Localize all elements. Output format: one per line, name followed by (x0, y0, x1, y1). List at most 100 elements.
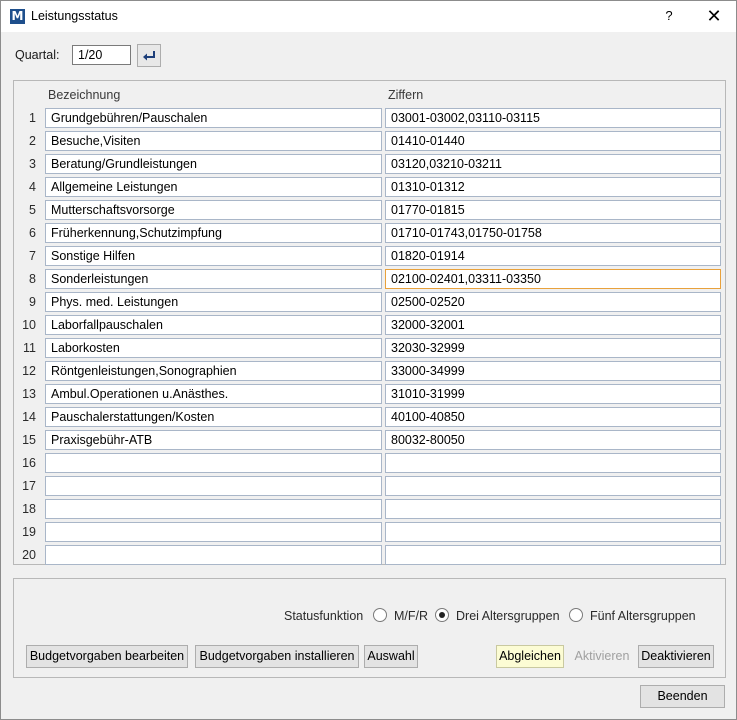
table-row: 5 Mutterschaftsvorsorge 01770-01815 (14, 199, 725, 222)
bezeichnung-field[interactable]: Grundgebühren/Pauschalen (45, 108, 382, 128)
bezeichnung-field[interactable] (45, 453, 382, 473)
table-row: 8 Sonderleistungen 02100-02401,03311-03350 (14, 268, 725, 291)
table-row: 4 Allgemeine Leistungen 01310-01312 (14, 176, 725, 199)
row-number: 5 (29, 203, 36, 217)
ziffern-field[interactable]: 01770-01815 (385, 200, 721, 220)
bezeichnung-field[interactable]: Besuche,Visiten (45, 131, 382, 151)
bezeichnung-field[interactable] (45, 499, 382, 519)
table-row: 15 Praxisgebühr-ATB 80032-80050 (14, 429, 725, 452)
bezeichnung-field[interactable]: Pauschalerstattungen/Kosten (45, 407, 382, 427)
budgetvorgaben-bearbeiten-button[interactable]: Budgetvorgaben bearbeiten (26, 645, 188, 668)
ziffern-field[interactable]: 40100-40850 (385, 407, 721, 427)
ziffern-field[interactable]: 02500-02520 (385, 292, 721, 312)
radio-drei-label: Drei Altersgruppen (456, 609, 560, 623)
table-row: 7 Sonstige Hilfen 01820-01914 (14, 245, 725, 268)
aktivieren-button[interactable]: Aktivieren (567, 645, 637, 668)
table-row: 17 (14, 475, 725, 498)
bezeichnung-field[interactable]: Sonderleistungen (45, 269, 382, 289)
ziffern-field[interactable]: 01310-01312 (385, 177, 721, 197)
abgleichen-button[interactable]: Abgleichen (496, 645, 564, 668)
row-number: 4 (29, 180, 36, 194)
table-row: 14 Pauschalerstattungen/Kosten 40100-40850 (14, 406, 725, 429)
ziffern-field[interactable]: 33000-34999 (385, 361, 721, 381)
radio-drei-altersgruppen[interactable] (435, 608, 449, 622)
close-icon: ✕ (706, 6, 722, 26)
deaktivieren-button[interactable]: Deaktivieren (638, 645, 714, 668)
table-row: 3 Beratung/Grundleistungen 03120,03210-032… (14, 153, 725, 176)
table-row: 9 Phys. med. Leistungen 02500-02520 (14, 291, 725, 314)
close-button[interactable]: ✕ (699, 5, 729, 27)
window-title: Leistungsstatus (31, 9, 118, 23)
bezeichnung-field[interactable]: Phys. med. Leistungen (45, 292, 382, 312)
row-number: 3 (29, 157, 36, 171)
row-number: 15 (22, 433, 36, 447)
dialog-client: Quartal: 1/20 Bezeichnung Ziffern 1 Grund… (1, 32, 736, 719)
bezeichnung-field[interactable]: Laborkosten (45, 338, 382, 358)
ziffern-field[interactable]: 01710-01743,01750-01758 (385, 223, 721, 243)
ziffern-field[interactable] (385, 476, 721, 496)
table-row: 2 Besuche,Visiten 01410-01440 (14, 130, 725, 153)
action-panel: Statusfunktion M/F/R Drei Altersgruppen … (13, 578, 726, 678)
table-row: 19 (14, 521, 725, 544)
bezeichnung-field[interactable]: Ambul.Operationen u.Anästhes. (45, 384, 382, 404)
ziffern-field[interactable] (385, 499, 721, 519)
ziffern-field[interactable]: 01410-01440 (385, 131, 721, 151)
row-number: 12 (22, 364, 36, 378)
auswahl-button[interactable]: Auswahl (364, 645, 418, 668)
ziffern-field[interactable]: 31010-31999 (385, 384, 721, 404)
row-number: 11 (23, 341, 36, 355)
row-number: 9 (29, 295, 36, 309)
row-number: 14 (22, 410, 36, 424)
radio-fuenf-altersgruppen[interactable] (569, 608, 583, 622)
table-row: 16 (14, 452, 725, 475)
ziffern-field[interactable]: 01820-01914 (385, 246, 721, 266)
quartal-apply-button[interactable] (137, 44, 161, 67)
ziffern-field[interactable]: 03001-03002,03110-03115 (385, 108, 721, 128)
leistungs-grid: Bezeichnung Ziffern 1 Grundgebühren/Pausc… (13, 80, 726, 565)
help-button[interactable]: ? (655, 5, 683, 27)
budgetvorgaben-installieren-button[interactable]: Budgetvorgaben installieren (195, 645, 359, 668)
ziffern-field[interactable]: 80032-80050 (385, 430, 721, 450)
table-row: 20 (14, 544, 725, 567)
row-number: 17 (22, 479, 36, 493)
table-row: 13 Ambul.Operationen u.Anästhes. 31010-319… (14, 383, 725, 406)
row-number: 19 (22, 525, 36, 539)
ziffern-field[interactable] (385, 453, 721, 473)
ziffern-field[interactable]: 03120,03210-03211 (385, 154, 721, 174)
row-number: 20 (22, 548, 36, 562)
beenden-button[interactable]: Beenden (640, 685, 725, 708)
bezeichnung-field[interactable]: Laborfallpauschalen (45, 315, 382, 335)
ziffern-field[interactable] (385, 545, 721, 565)
ziffern-field[interactable]: 02100-02401,03311-03350 (385, 269, 721, 289)
app-logo-icon: M (10, 9, 25, 24)
leistungsstatus-window: M Leistungsstatus ? ✕ Quartal: 1/20 Beze… (0, 0, 737, 720)
bezeichnung-field[interactable]: Sonstige Hilfen (45, 246, 382, 266)
bezeichnung-field[interactable] (45, 522, 382, 542)
ziffern-field[interactable]: 32000-32001 (385, 315, 721, 335)
ziffern-field[interactable] (385, 522, 721, 542)
header-bezeichnung: Bezeichnung (48, 88, 121, 102)
title-bar: M Leistungsstatus ? ✕ (1, 1, 736, 32)
row-number: 2 (29, 134, 36, 148)
row-number: 16 (22, 456, 36, 470)
row-number: 6 (29, 226, 36, 240)
bezeichnung-field[interactable] (45, 545, 382, 565)
bezeichnung-field[interactable]: Mutterschaftsvorsorge (45, 200, 382, 220)
bezeichnung-field[interactable]: Praxisgebühr-ATB (45, 430, 382, 450)
header-ziffern: Ziffern (388, 88, 424, 102)
ziffern-field[interactable]: 32030-32999 (385, 338, 721, 358)
bezeichnung-field[interactable]: Beratung/Grundleistungen (45, 154, 382, 174)
row-number: 18 (22, 502, 36, 516)
table-row: 12 Röntgenleistungen,Sonographien 33000-34… (14, 360, 725, 383)
quartal-input[interactable]: 1/20 (72, 45, 131, 65)
bezeichnung-field[interactable] (45, 476, 382, 496)
bezeichnung-field[interactable]: Früherkennung,Schutzimpfung (45, 223, 382, 243)
table-row: 11 Laborkosten 32030-32999 (14, 337, 725, 360)
row-number: 10 (22, 318, 36, 332)
row-number: 7 (29, 249, 36, 263)
row-number: 8 (29, 272, 36, 286)
radio-mfr[interactable] (373, 608, 387, 622)
table-row: 1 Grundgebühren/Pauschalen 03001-03002,031… (14, 107, 725, 130)
bezeichnung-field[interactable]: Allgemeine Leistungen (45, 177, 382, 197)
bezeichnung-field[interactable]: Röntgenleistungen,Sonographien (45, 361, 382, 381)
